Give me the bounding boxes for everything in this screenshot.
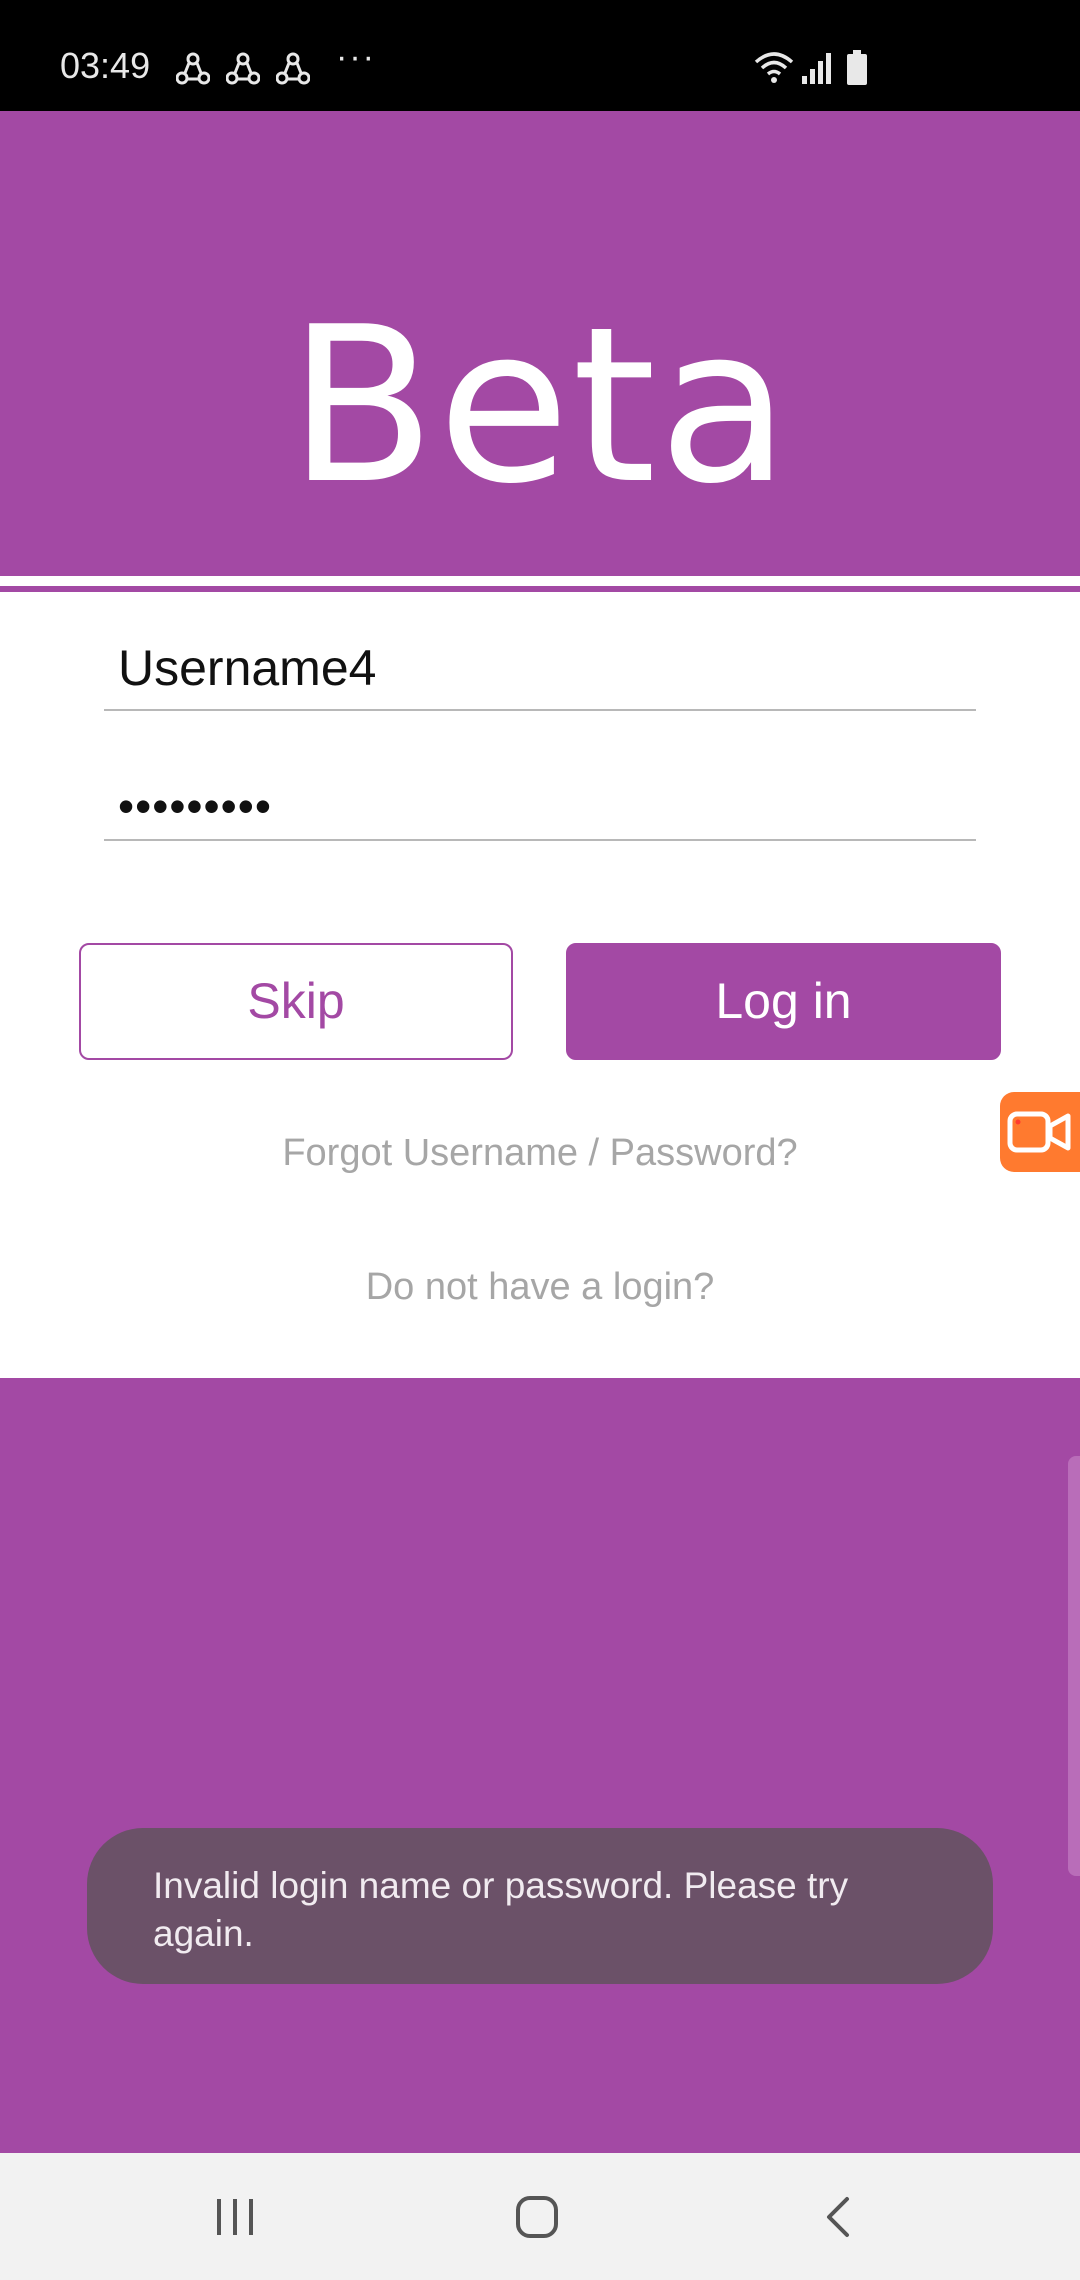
wifi-icon [754, 50, 794, 91]
recent-apps-button[interactable] [135, 2153, 335, 2280]
app-title: Beta [288, 280, 792, 531]
share-icon [225, 52, 261, 86]
back-button[interactable] [738, 2153, 938, 2280]
status-bar: 03:49 ··· [0, 0, 1080, 111]
username-value: Username4 [118, 640, 377, 696]
username-field[interactable]: Username4 [104, 629, 976, 711]
login-screen: 03:49 ··· Beta Username4 ••••••••• Skip … [0, 0, 1080, 2280]
edge-panel-handle[interactable] [1068, 1456, 1080, 1876]
more-notifications-indicator: ··· [336, 38, 376, 76]
register-link[interactable]: Do not have a login? [0, 1266, 1080, 1309]
status-time: 03:49 [60, 45, 151, 86]
toast-message: Invalid login name or password. Please t… [153, 1865, 849, 1954]
screen-recorder-widget[interactable] [1000, 1092, 1080, 1172]
share-icon [175, 52, 211, 86]
divider [0, 586, 1080, 592]
login-form: Username4 ••••••••• Skip Log in Forgot U… [0, 576, 1080, 1378]
skip-button[interactable]: Skip [79, 943, 513, 1060]
login-button[interactable]: Log in [566, 943, 1001, 1060]
signal-icon [800, 50, 834, 91]
home-button[interactable] [437, 2153, 637, 2280]
battery-icon [846, 50, 868, 91]
forgot-credentials-link[interactable]: Forgot Username / Password? [0, 1132, 1080, 1175]
navigation-bar [0, 2153, 1080, 2280]
password-field[interactable]: ••••••••• [104, 759, 976, 841]
share-icon [275, 52, 311, 86]
app-header: Beta [0, 111, 1080, 576]
error-toast: Invalid login name or password. Please t… [87, 1828, 993, 1984]
password-value: ••••••••• [118, 780, 272, 832]
